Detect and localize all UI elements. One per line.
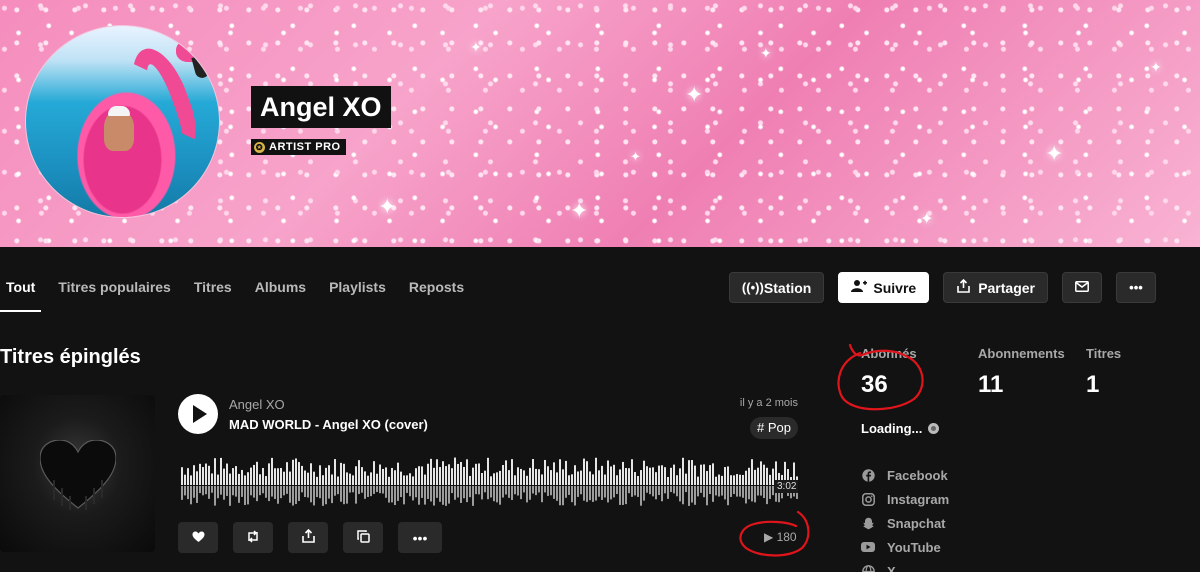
play-icon — [193, 405, 207, 423]
social-label: Facebook — [887, 467, 948, 483]
track-cover-art[interactable] — [0, 395, 155, 552]
play-button[interactable] — [178, 394, 218, 434]
instagram-icon — [861, 492, 875, 506]
artist-pro-badge: ✪ ARTIST PRO — [251, 139, 346, 155]
following-label[interactable]: Abonnements — [978, 346, 1065, 361]
share-label: Partager — [978, 279, 1035, 296]
more-horizontal-icon: ••• — [1129, 280, 1143, 295]
social-label: Instagram — [887, 491, 950, 507]
social-link-x[interactable]: X — [861, 559, 949, 572]
facebook-icon — [861, 468, 875, 482]
copy-link-button[interactable] — [343, 522, 383, 553]
social-link-instagram[interactable]: Instagram — [861, 487, 949, 511]
track-artist[interactable]: Angel XO — [229, 397, 285, 412]
station-label: Station — [763, 279, 812, 296]
play-count-icon: ▶ — [764, 530, 774, 544]
tab-playlists[interactable]: Playlists — [323, 268, 392, 312]
social-link-snapchat[interactable]: Snapchat — [861, 511, 949, 535]
youtube-icon — [861, 540, 875, 554]
more-horizontal-icon: ••• — [412, 529, 428, 546]
sparkle-decoration: ✦ — [920, 211, 934, 228]
swimmer-cap-image — [108, 106, 130, 116]
tab-reposts[interactable]: Reposts — [403, 268, 470, 312]
social-label: YouTube — [887, 539, 941, 555]
like-button[interactable] — [178, 522, 218, 553]
sparkle-decoration: ✦ — [378, 194, 397, 219]
social-label: Snapchat — [887, 515, 946, 531]
tab-tout[interactable]: Tout — [0, 268, 42, 312]
social-label: X — [887, 563, 896, 572]
social-links: Facebook Instagram Snapchat YouTube X — [861, 463, 949, 572]
black-heart-artwork — [40, 440, 116, 510]
repost-icon — [246, 529, 260, 546]
repost-button[interactable] — [233, 522, 273, 553]
track-duration: 3:02 — [775, 480, 799, 493]
artist-name: Angel XO — [251, 86, 391, 128]
loading-status: Loading... — [861, 421, 940, 436]
sparkle-decoration: ✦ — [1045, 141, 1064, 166]
track-title[interactable]: MAD WORLD - Angel XO (cover) — [229, 417, 428, 432]
artist-pro-label: ARTIST PRO — [269, 141, 341, 153]
globe-icon — [861, 564, 875, 572]
follow-label: Suivre — [873, 279, 917, 296]
broadcast-icon: ((•)) — [741, 280, 764, 295]
tab-titres[interactable]: Titres — [188, 268, 238, 312]
tracks-label[interactable]: Titres — [1086, 346, 1121, 361]
track-waveform[interactable] — [181, 455, 798, 507]
play-count: ▶ 180 — [764, 530, 797, 544]
sparkle-decoration: ✦ — [760, 45, 772, 61]
mail-icon — [1075, 280, 1089, 295]
social-link-facebook[interactable]: Facebook — [861, 463, 949, 487]
followers-label[interactable]: Abonnés — [861, 346, 917, 361]
more-options-button[interactable]: ••• — [1116, 272, 1156, 303]
track-toolbar: ••• — [178, 522, 442, 553]
sparkle-decoration: ✦ — [1150, 59, 1162, 75]
play-count-value: 180 — [776, 530, 797, 544]
station-button[interactable]: ((•)) Station — [728, 272, 825, 303]
share-button[interactable]: Partager — [943, 272, 1048, 303]
snapchat-icon — [861, 516, 875, 530]
loading-text: Loading... — [861, 421, 923, 436]
social-link-youtube[interactable]: YouTube — [861, 535, 949, 559]
follow-button[interactable]: Suivre — [838, 272, 930, 303]
swimmer-image — [104, 111, 134, 151]
message-button[interactable] — [1062, 272, 1102, 303]
tracks-count[interactable]: 1 — [1086, 371, 1099, 399]
copy-icon — [356, 529, 370, 546]
following-count[interactable]: 11 — [978, 371, 1003, 399]
sparkle-decoration: ✦ — [470, 39, 482, 55]
profile-actions: ((•)) Station Suivre Partager ••• — [728, 272, 1156, 303]
spinner-icon — [928, 423, 940, 434]
pinned-tracks-title: Titres épinglés — [0, 346, 141, 368]
genre-tag[interactable]: # Pop — [750, 417, 798, 439]
tab-albums[interactable]: Albums — [249, 268, 312, 312]
share-track-button[interactable] — [288, 522, 328, 553]
share-icon — [956, 278, 970, 296]
tab-titres-populaires[interactable]: Titres populaires — [52, 268, 177, 312]
star-badge-icon: ✪ — [254, 141, 265, 153]
add-user-icon — [851, 279, 868, 296]
artist-avatar[interactable] — [25, 25, 220, 218]
heart-icon — [192, 530, 205, 546]
sparkle-decoration: ✦ — [570, 198, 589, 223]
profile-tabs: Tout Titres populaires Titres Albums Pla… — [0, 268, 481, 312]
track-posted-time: il y a 2 mois — [739, 397, 798, 409]
sparkle-decoration: ✦ — [630, 149, 641, 164]
track-more-button[interactable]: ••• — [398, 522, 442, 553]
followers-count[interactable]: 36 — [861, 371, 888, 399]
sparkle-decoration: ✦ — [685, 82, 704, 107]
share-icon — [301, 528, 315, 546]
